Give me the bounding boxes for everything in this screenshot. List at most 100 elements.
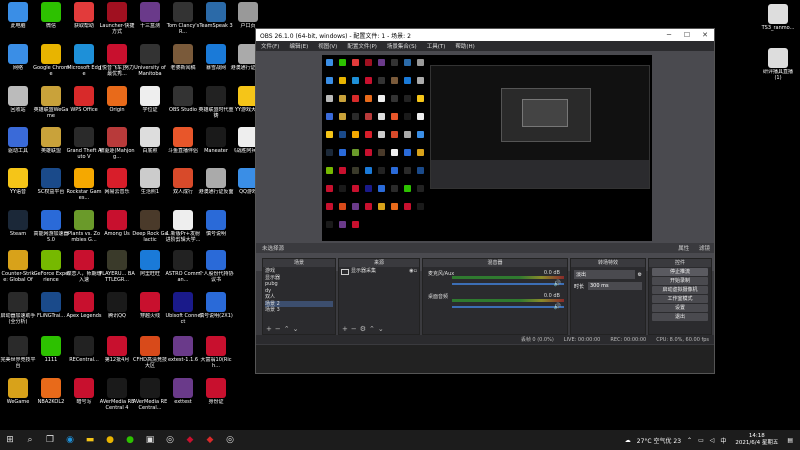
- desktop-icon[interactable]: Grand Theft Auto V: [66, 127, 102, 165]
- desktop-icon[interactable]: Launcher-快捷方式: [99, 2, 135, 40]
- desktop-icon[interactable]: 慎号说明: [198, 210, 234, 248]
- chrome-icon[interactable]: ●: [100, 430, 120, 450]
- desktop-icon[interactable]: 英雄联盟: [33, 127, 69, 165]
- desktop-icon[interactable]: Google Chrome: [33, 44, 69, 82]
- desktop-icon[interactable]: SC权益平台: [33, 168, 69, 206]
- add-icon[interactable]: +: [266, 325, 275, 333]
- chevron-down-icon[interactable]: ⌄: [293, 325, 302, 333]
- menu-tools[interactable]: 工具(T): [422, 42, 451, 50]
- scene-item[interactable]: 场景 3: [265, 307, 333, 314]
- input-method-icon[interactable]: 中: [717, 436, 729, 445]
- app-icon[interactable]: ◆: [180, 430, 200, 450]
- desktop-icon[interactable]: 港澳通行证反面: [198, 168, 234, 206]
- settings-button[interactable]: 设置: [652, 304, 708, 312]
- desktop-icon[interactable]: 回收站: [0, 86, 36, 124]
- lock-icon[interactable]: ▫: [414, 268, 417, 275]
- desktop-icon[interactable]: Microsoft Edge: [66, 44, 102, 82]
- desktop-icon[interactable]: 1.新版Pr+发射进阶剪辑大学...: [165, 210, 201, 248]
- gear-icon[interactable]: ⚙: [360, 325, 369, 333]
- desktop-icon[interactable]: Steam: [0, 210, 36, 248]
- desktop-icon[interactable]: CFHD高清竞技大区: [132, 336, 168, 374]
- file-explorer-icon[interactable]: ▬: [80, 430, 100, 450]
- notification-icon[interactable]: ▤: [784, 437, 796, 444]
- desktop-icon[interactable]: extest-1.1.6: [165, 336, 201, 374]
- menu-help[interactable]: 帮助(H): [450, 42, 479, 50]
- weather-text[interactable]: 27°C 空气优 23: [634, 436, 684, 445]
- properties-button[interactable]: 属性: [674, 246, 693, 252]
- windows-start-icon[interactable]: ⊞: [0, 430, 20, 450]
- desktop-icon[interactable]: 个人股份代持协议书: [198, 250, 234, 288]
- desktop-icon[interactable]: 阿里旺旺: [132, 250, 168, 288]
- maximize-icon[interactable]: ☐: [678, 31, 696, 39]
- volume-slider[interactable]: [452, 283, 564, 285]
- menu-scene-collection[interactable]: 场景集合(S): [382, 42, 422, 50]
- edge-icon[interactable]: ◉: [60, 430, 80, 450]
- app-icon[interactable]: ◆: [200, 430, 220, 450]
- store-icon[interactable]: ▣: [140, 430, 160, 450]
- stop-streaming-button[interactable]: 停止推流: [652, 268, 708, 276]
- desktop-icon[interactable]: 生活照1: [132, 168, 168, 206]
- desktop-icon[interactable]: AVerMedia RECentral 4: [99, 378, 135, 416]
- desktop-icon[interactable]: 穿越火线: [132, 292, 168, 330]
- desktop-icon[interactable]: 被驱逐(Mahjong...: [99, 127, 135, 165]
- network-icon[interactable]: ▭: [695, 437, 707, 444]
- exit-button[interactable]: 退出: [652, 313, 708, 321]
- desktop-icon[interactable]: WPS Office: [66, 86, 102, 124]
- desktop-icon[interactable]: ASTRO Comman...: [165, 250, 201, 288]
- filters-button[interactable]: 滤镜: [695, 246, 714, 252]
- desktop-icon[interactable]: 网络: [0, 44, 36, 82]
- desktop-icon[interactable]: University of Manitoba: [132, 44, 168, 82]
- desktop-icon[interactable]: Rockstar Games...: [66, 168, 102, 206]
- desktop-icon[interactable]: Plants vs. Zombies G...: [66, 210, 102, 248]
- virtual-camera-button[interactable]: 启动虚拟摄像机: [652, 286, 708, 294]
- desktop-icon[interactable]: 网易云音乐: [99, 168, 135, 206]
- desktop-icon[interactable]: 腾讯QQ: [99, 292, 135, 330]
- search-icon[interactable]: ⌕: [20, 430, 40, 450]
- desktop-icon[interactable]: GeForce Experience: [33, 250, 69, 288]
- chevron-down-icon[interactable]: ⌄: [378, 325, 387, 333]
- minimize-icon[interactable]: ─: [660, 31, 678, 39]
- gear-icon[interactable]: ⚙: [635, 272, 642, 278]
- desktop-icon[interactable]: 慎号说明(2X1): [198, 292, 234, 330]
- obs-taskbar-icon[interactable]: ◎: [220, 430, 240, 450]
- desktop-icon[interactable]: 英雄联盟时代重铸: [198, 86, 234, 124]
- desktop-icon[interactable]: 1111: [33, 336, 69, 374]
- chevron-up-icon[interactable]: ⌃: [684, 437, 695, 444]
- desktop-icon-ts3[interactable]: TS3_ranmo...: [760, 4, 796, 42]
- cloud-icon[interactable]: ☁: [622, 437, 634, 444]
- desktop-icon[interactable]: 启动器加速助手(全分析): [0, 292, 36, 330]
- desktop-icon[interactable]: Maneater: [198, 127, 234, 165]
- desktop-icon[interactable]: 获取帮助: [66, 2, 102, 40]
- transition-select[interactable]: 淡出: [574, 270, 635, 279]
- desktop-icon[interactable]: Tom Clancy's R...: [165, 2, 201, 40]
- desktop-icon[interactable]: Among Us: [99, 210, 135, 248]
- volume-slider[interactable]: [452, 306, 564, 308]
- obs-preview[interactable]: [322, 55, 652, 241]
- remove-icon[interactable]: −: [351, 325, 360, 333]
- desktop-icon-doc[interactable]: 研评播具直播(1): [760, 48, 796, 86]
- desktop-icon[interactable]: 暴雪战网: [198, 44, 234, 82]
- desktop-icon[interactable]: 斗鱼直播伴侣: [165, 127, 201, 165]
- desktop-icon[interactable]: 身份证: [198, 378, 234, 416]
- close-icon[interactable]: ✕: [696, 31, 714, 39]
- add-icon[interactable]: +: [342, 325, 351, 333]
- menu-edit[interactable]: 编辑(E): [284, 42, 313, 50]
- desktop-icon[interactable]: NBA2KOL2: [33, 378, 69, 416]
- desktop-icon[interactable]: TeamSpeak 3: [198, 2, 234, 40]
- desktop-icon[interactable]: [悦音飞车]努力最优秀...: [99, 44, 135, 82]
- steam-icon[interactable]: ◎: [160, 430, 180, 450]
- menu-profile[interactable]: 配置文件(P): [342, 42, 382, 50]
- desktop-icon[interactable]: 大富翁10(Rich...: [198, 336, 234, 374]
- chevron-up-icon[interactable]: ⌃: [369, 325, 378, 333]
- start-recording-button[interactable]: 开始录制: [652, 277, 708, 285]
- desktop-icon[interactable]: Origin: [99, 86, 135, 124]
- obs-titlebar[interactable]: OBS 26.1.0 (64-bit, windows) - 配置文件: 1 -…: [256, 29, 714, 41]
- desktop-icon[interactable]: 暗号写: [66, 378, 102, 416]
- duration-input[interactable]: 300 ms: [588, 282, 642, 290]
- desktop-icon[interactable]: exttest: [165, 378, 201, 416]
- desktop-icon[interactable]: 十三盒测: [132, 2, 168, 40]
- desktop-icon[interactable]: 微信: [33, 2, 69, 40]
- desktop-icon[interactable]: PLAYERU... BATTLEGR...: [99, 250, 135, 288]
- desktop-icon[interactable]: AVerMedia RECentral...: [132, 378, 168, 416]
- desktop-icon[interactable]: OBS Studio: [165, 86, 201, 124]
